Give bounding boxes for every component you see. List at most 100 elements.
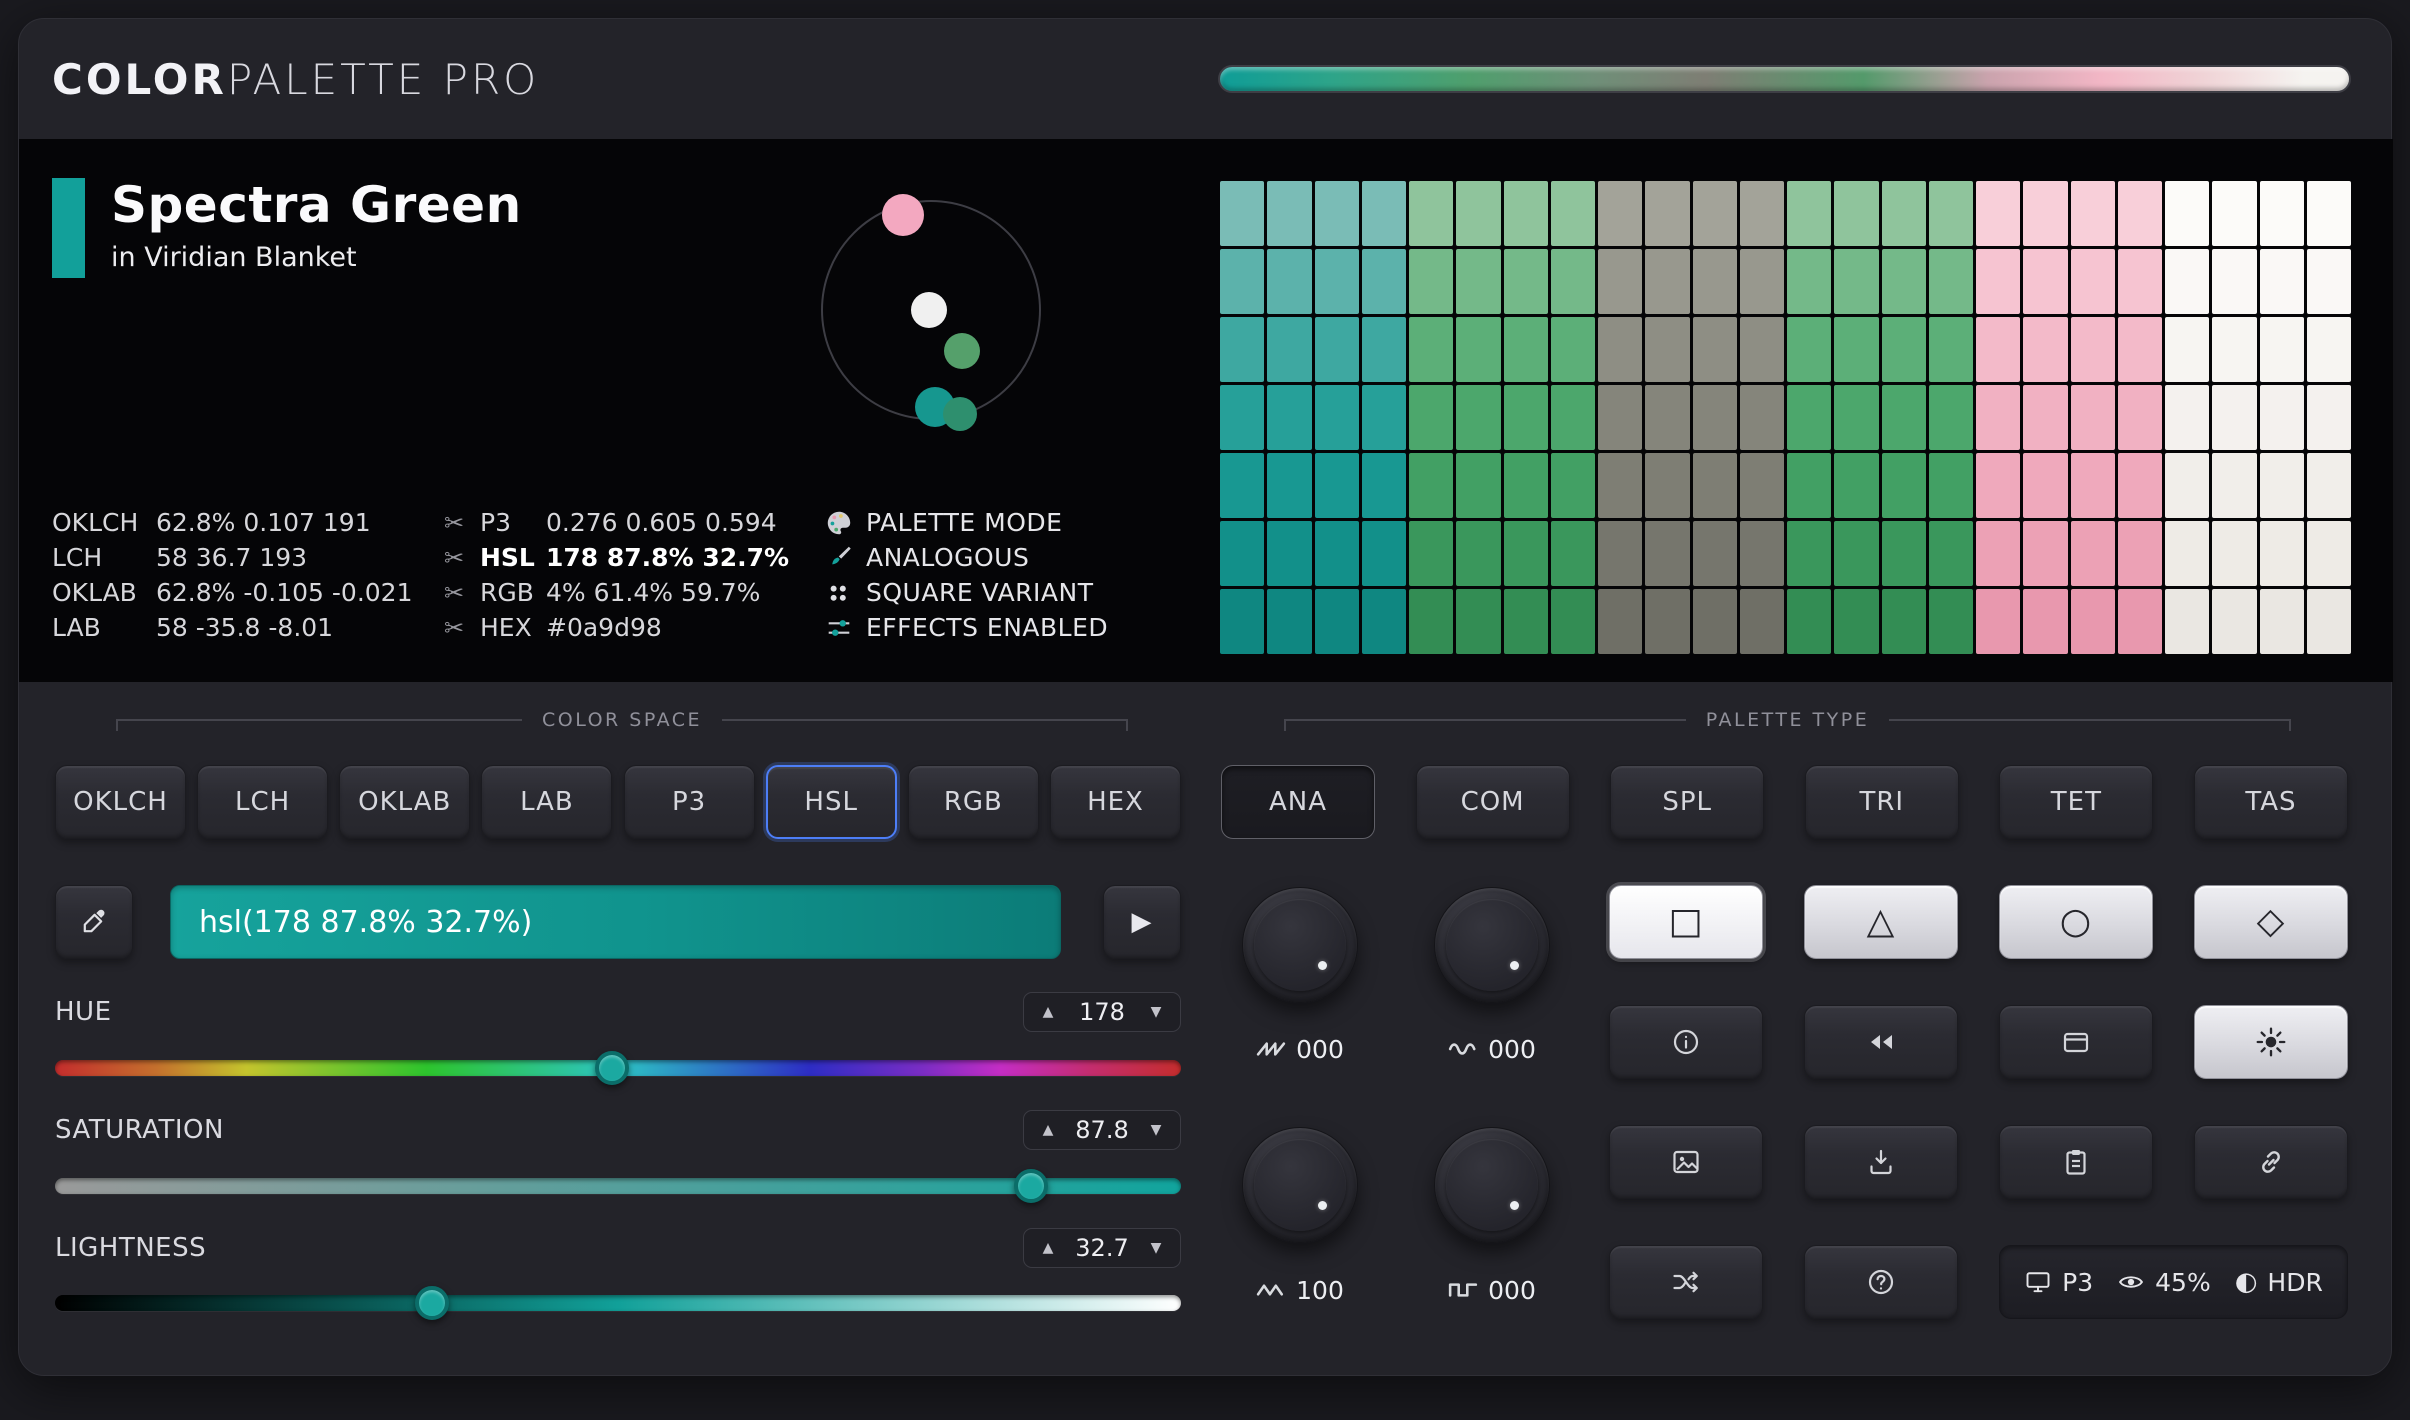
swatch-cell-gray-r6c3[interactable]: [1740, 589, 1784, 654]
swatch-cell-gray-r3c0[interactable]: [1598, 385, 1642, 450]
swatch-cell-green-r5c2[interactable]: [1504, 521, 1548, 586]
swatch-cell-teal-r2c0[interactable]: [1220, 317, 1264, 382]
swatch-cell-white-r2c2[interactable]: [2260, 317, 2304, 382]
swatch-cell-white-r2c3[interactable]: [2307, 317, 2351, 382]
swatch-cell-pink-r1c1[interactable]: [2023, 249, 2067, 314]
copy-scissors-icon[interactable]: ✂: [444, 544, 480, 572]
swatch-cell-gray-r6c0[interactable]: [1598, 589, 1642, 654]
swatch-cell-pink-r2c0[interactable]: [1976, 317, 2020, 382]
swatch-cell-green-2-r4c3[interactable]: [1929, 453, 1973, 518]
swatch-cell-teal-r4c0[interactable]: [1220, 453, 1264, 518]
swatch-cell-green-r5c0[interactable]: [1409, 521, 1453, 586]
color-input[interactable]: [170, 885, 1061, 959]
swatch-cell-white-r5c0[interactable]: [2165, 521, 2209, 586]
swatch-cell-pink-r3c3[interactable]: [2118, 385, 2162, 450]
swatch-cell-white-r5c1[interactable]: [2212, 521, 2256, 586]
shape-circle-button[interactable]: ○: [1999, 885, 2153, 959]
swatch-cell-teal-r0c3[interactable]: [1362, 181, 1406, 246]
swatch-cell-white-r1c2[interactable]: [2260, 249, 2304, 314]
palette-type-tas[interactable]: TAS: [2194, 765, 2348, 839]
shape-square-button[interactable]: □: [1609, 885, 1763, 959]
wheel-dot-green[interactable]: [944, 333, 980, 369]
swatch-cell-gray-r2c2[interactable]: [1693, 317, 1737, 382]
swatch-cell-green-r1c2[interactable]: [1504, 249, 1548, 314]
color-wheel[interactable]: [821, 200, 1041, 420]
swatch-cell-green-2-r5c0[interactable]: [1787, 521, 1831, 586]
color-space-rgb[interactable]: RGB: [908, 765, 1039, 839]
swatch-cell-green-2-r3c3[interactable]: [1929, 385, 1973, 450]
swatch-cell-green-r3c3[interactable]: [1551, 385, 1595, 450]
swatch-cell-green-2-r5c2[interactable]: [1882, 521, 1926, 586]
swatch-cell-gray-r0c2[interactable]: [1693, 181, 1737, 246]
swatch-cell-gray-r5c0[interactable]: [1598, 521, 1642, 586]
swatch-cell-gray-r6c2[interactable]: [1693, 589, 1737, 654]
swatch-cell-teal-r0c0[interactable]: [1220, 181, 1264, 246]
swatch-cell-green-2-r6c3[interactable]: [1929, 589, 1973, 654]
swatch-cell-teal-r2c1[interactable]: [1267, 317, 1311, 382]
swatch-cell-green-2-r0c3[interactable]: [1929, 181, 1973, 246]
swatch-cell-pink-r2c1[interactable]: [2023, 317, 2067, 382]
swatch-cell-pink-r3c1[interactable]: [2023, 385, 2067, 450]
swatch-cell-pink-r5c0[interactable]: [1976, 521, 2020, 586]
swatch-cell-gray-r1c3[interactable]: [1740, 249, 1784, 314]
shape-diamond-button[interactable]: ◇: [2194, 885, 2348, 959]
knob-2[interactable]: [1434, 887, 1550, 1003]
clipboard-button[interactable]: [1999, 1125, 2153, 1199]
swatch-cell-gray-r4c0[interactable]: [1598, 453, 1642, 518]
swatch-cell-green-2-r4c0[interactable]: [1787, 453, 1831, 518]
swatch-cell-gray-r4c1[interactable]: [1645, 453, 1689, 518]
swatch-cell-pink-r0c1[interactable]: [2023, 181, 2067, 246]
swatch-cell-white-r5c3[interactable]: [2307, 521, 2351, 586]
swatch-cell-pink-r5c3[interactable]: [2118, 521, 2162, 586]
swatch-cell-white-r1c0[interactable]: [2165, 249, 2209, 314]
swatch-cell-teal-r3c3[interactable]: [1362, 385, 1406, 450]
knob-4[interactable]: [1434, 1127, 1550, 1243]
spin-up-icon[interactable]: ▲: [1036, 1240, 1060, 1256]
spin-down-icon[interactable]: ▼: [1144, 1240, 1168, 1256]
swatch-cell-pink-r0c2[interactable]: [2071, 181, 2115, 246]
swatch-cell-green-2-r2c0[interactable]: [1787, 317, 1831, 382]
swatch-cell-green-2-r1c3[interactable]: [1929, 249, 1973, 314]
swatch-cell-green-2-r6c0[interactable]: [1787, 589, 1831, 654]
swatch-cell-green-r3c1[interactable]: [1456, 385, 1500, 450]
color-space-p3[interactable]: P3: [624, 765, 755, 839]
brightness-button[interactable]: [2194, 1005, 2348, 1079]
swatch-cell-teal-r4c2[interactable]: [1315, 453, 1359, 518]
hue-slider-track[interactable]: [55, 1060, 1181, 1076]
swatch-cell-pink-r1c2[interactable]: [2071, 249, 2115, 314]
swatch-cell-green-2-r5c3[interactable]: [1929, 521, 1973, 586]
swatch-cell-gray-r4c3[interactable]: [1740, 453, 1784, 518]
swatch-cell-gray-r3c2[interactable]: [1693, 385, 1737, 450]
swatch-cell-teal-r3c2[interactable]: [1315, 385, 1359, 450]
swatch-cell-green-2-r0c2[interactable]: [1882, 181, 1926, 246]
swatch-cell-green-r6c0[interactable]: [1409, 589, 1453, 654]
help-button[interactable]: [1804, 1245, 1958, 1319]
swatch-cell-white-r2c1[interactable]: [2212, 317, 2256, 382]
swatch-cell-gray-r0c1[interactable]: [1645, 181, 1689, 246]
swatch-cell-pink-r1c0[interactable]: [1976, 249, 2020, 314]
swatch-cell-green-2-r1c1[interactable]: [1834, 249, 1878, 314]
swatch-cell-gray-r1c2[interactable]: [1693, 249, 1737, 314]
swatch-cell-gray-r3c3[interactable]: [1740, 385, 1784, 450]
color-space-lch[interactable]: LCH: [197, 765, 328, 839]
swatch-cell-pink-r5c1[interactable]: [2023, 521, 2067, 586]
copy-scissors-icon[interactable]: ✂: [444, 614, 480, 642]
swatch-cell-gray-r1c0[interactable]: [1598, 249, 1642, 314]
color-space-oklab[interactable]: OKLAB: [339, 765, 470, 839]
swatch-cell-green-r6c2[interactable]: [1504, 589, 1548, 654]
swatch-cell-green-r4c2[interactable]: [1504, 453, 1548, 518]
swatch-cell-pink-r4c1[interactable]: [2023, 453, 2067, 518]
wheel-dot-sea-green[interactable]: [943, 397, 977, 431]
swatch-cell-pink-r6c3[interactable]: [2118, 589, 2162, 654]
swatch-cell-white-r4c2[interactable]: [2260, 453, 2304, 518]
shape-triangle-button[interactable]: △: [1804, 885, 1958, 959]
swatch-cell-teal-r5c2[interactable]: [1315, 521, 1359, 586]
swatch-cell-teal-r6c0[interactable]: [1220, 589, 1264, 654]
swatch-cell-green-r0c3[interactable]: [1551, 181, 1595, 246]
swatch-cell-green-2-r1c0[interactable]: [1787, 249, 1831, 314]
swatch-cell-teal-r6c2[interactable]: [1315, 589, 1359, 654]
color-space-oklch[interactable]: OKLCH: [55, 765, 186, 839]
swatch-cell-teal-r5c1[interactable]: [1267, 521, 1311, 586]
swatch-cell-pink-r4c2[interactable]: [2071, 453, 2115, 518]
swatch-cell-teal-r3c0[interactable]: [1220, 385, 1264, 450]
